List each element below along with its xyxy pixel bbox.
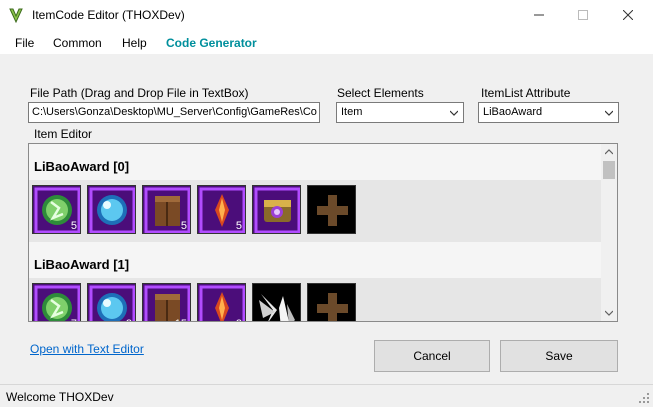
blue-orb-icon	[88, 284, 135, 321]
group-header: LiBaoAward [0]	[29, 144, 601, 180]
maximize-button[interactable]	[560, 0, 605, 30]
select-elements-label: Select Elements	[337, 86, 424, 100]
item-slot[interactable]	[252, 185, 301, 234]
add-item-icon	[308, 284, 355, 321]
group-title: LiBaoAward [0]	[34, 159, 130, 174]
title-bar: ItemCode Editor (THOXDev)	[0, 0, 653, 32]
item-slot[interactable]: 15	[142, 283, 191, 321]
chevron-up-icon	[605, 149, 613, 155]
itemlist-attribute-dropdown[interactable]: LiBaoAward	[478, 102, 619, 123]
itemlist-attribute-label: ItemList Attribute	[481, 86, 571, 100]
menu-file[interactable]: File	[15, 36, 34, 50]
item-slot[interactable]: 7	[32, 283, 81, 321]
item-count: 5	[235, 220, 242, 232]
item-count: 5	[180, 220, 187, 232]
item-count: 7	[71, 318, 77, 321]
file-path-input[interactable]: C:\Users\Gonza\Desktop\MU_Server\Config\…	[28, 102, 320, 123]
group-title: LiBaoAward [1]	[34, 257, 130, 272]
item-slot[interactable]: 2	[87, 283, 136, 321]
status-text: Welcome THOXDev	[6, 390, 114, 404]
brown-box-icon	[143, 284, 190, 321]
item-count: 5	[70, 220, 77, 232]
chevron-down-icon	[450, 110, 458, 116]
add-item-slot[interactable]	[307, 185, 356, 234]
close-button[interactable]	[605, 0, 650, 30]
vertical-scrollbar[interactable]	[601, 144, 617, 321]
chevron-down-icon	[605, 110, 613, 116]
item-slot[interactable]	[252, 283, 301, 321]
select-elements-value: Item	[341, 106, 363, 118]
chevron-down-icon	[605, 310, 613, 316]
golden-chest-icon	[253, 186, 300, 233]
item-editor-panel[interactable]: LiBaoAward [0] 5 5 5 LiBaoAward [1]	[28, 143, 618, 322]
select-elements-dropdown[interactable]: Item	[336, 102, 464, 123]
item-row: 7 2 15	[29, 278, 601, 321]
scroll-thumb[interactable]	[603, 161, 615, 179]
item-count: 2	[236, 318, 242, 321]
blue-orb-icon	[88, 186, 135, 233]
maximize-icon	[577, 10, 588, 20]
save-button[interactable]: Save	[500, 340, 618, 372]
item-count: 2	[126, 318, 132, 321]
file-path-label: File Path (Drag and Drop File in TextBox…	[30, 86, 249, 100]
minimize-icon	[533, 14, 544, 16]
open-text-editor-link[interactable]: Open with Text Editor	[30, 342, 144, 356]
app-logo-icon	[9, 8, 23, 23]
item-editor-label: Item Editor	[34, 127, 93, 141]
item-slot[interactable]: 5	[32, 185, 81, 234]
menu-code-generator[interactable]: Code Generator	[166, 36, 257, 50]
status-bar: Welcome THOXDev	[0, 384, 653, 407]
group-header: LiBaoAward [1]	[29, 242, 601, 278]
item-editor-content: LiBaoAward [0] 5 5 5 LiBaoAward [1]	[29, 144, 601, 321]
window-title: ItemCode Editor (THOXDev)	[32, 8, 185, 22]
menu-bar: File Common Help Code Generator	[0, 32, 653, 54]
resize-grip-icon[interactable]	[638, 392, 650, 404]
item-slot[interactable]	[87, 185, 136, 234]
menu-help[interactable]: Help	[122, 36, 147, 50]
minimize-button[interactable]	[516, 0, 561, 30]
item-row: 5 5 5	[29, 180, 601, 242]
item-slot[interactable]: 5	[142, 185, 191, 234]
itemlist-attribute-value: LiBaoAward	[483, 106, 543, 118]
add-item-icon	[308, 186, 355, 233]
red-crystal-icon	[198, 284, 245, 321]
close-icon	[622, 10, 633, 20]
item-slot[interactable]: 2	[197, 283, 246, 321]
scroll-up-button[interactable]	[601, 144, 617, 160]
cancel-button[interactable]: Cancel	[374, 340, 490, 372]
scroll-down-button[interactable]	[601, 305, 617, 321]
add-item-slot[interactable]	[307, 283, 356, 321]
white-wings-icon	[253, 284, 300, 321]
menu-common[interactable]: Common	[53, 36, 102, 50]
green-orb-icon	[33, 284, 80, 321]
item-count: 15	[175, 318, 187, 321]
item-slot[interactable]: 5	[197, 185, 246, 234]
